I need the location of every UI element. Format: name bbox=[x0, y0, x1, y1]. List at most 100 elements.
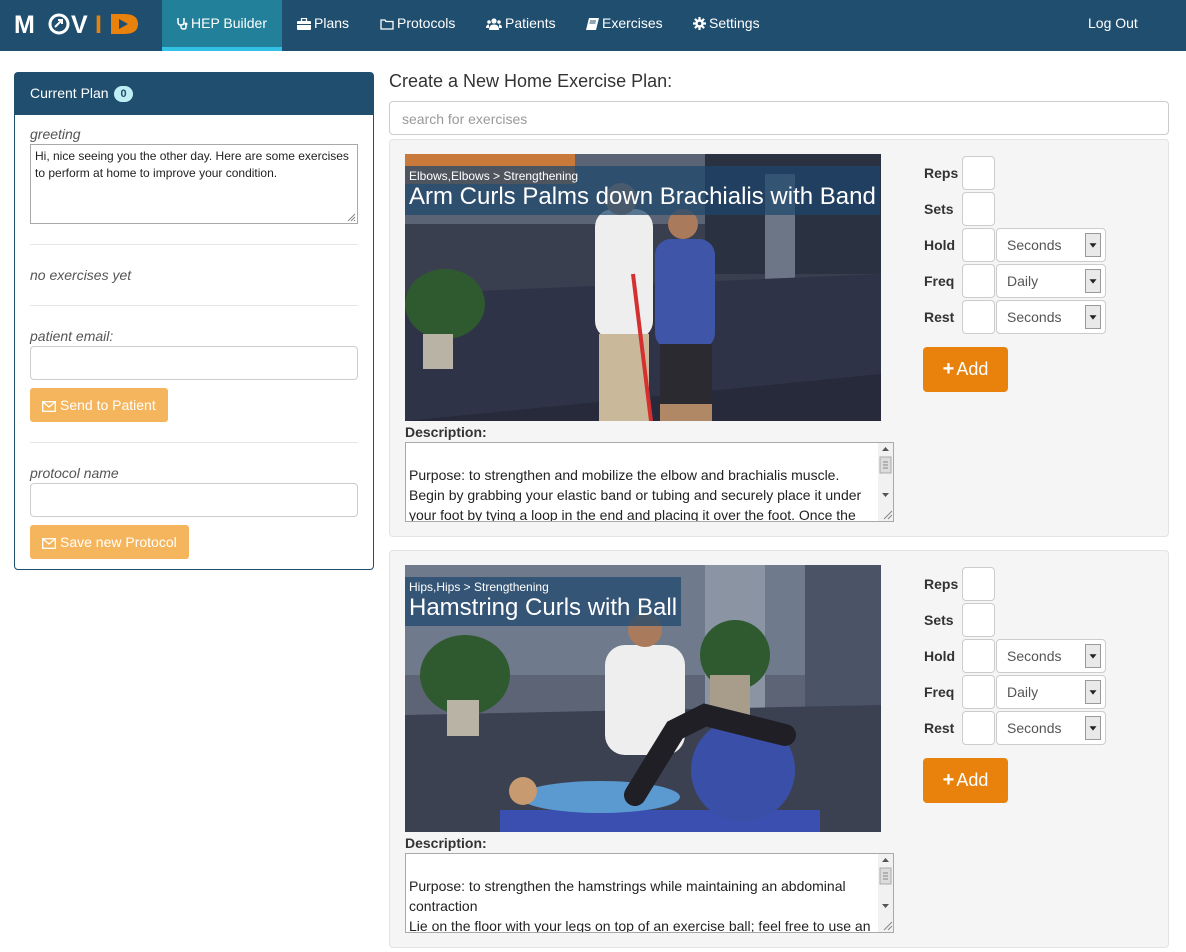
nav-protocols-label: Protocols bbox=[397, 15, 456, 31]
stethoscope-icon bbox=[177, 18, 188, 30]
nav-hep-builder[interactable]: HEP Builder bbox=[162, 0, 282, 51]
chevron-down-icon bbox=[1085, 716, 1101, 740]
freq-select[interactable]: Daily bbox=[996, 675, 1106, 709]
rest-label: Rest bbox=[924, 309, 955, 325]
add-exercise-button[interactable]: + Add bbox=[923, 758, 1008, 803]
chevron-down-icon bbox=[1085, 644, 1101, 668]
book-icon bbox=[586, 18, 599, 30]
nav-hep-builder-label: HEP Builder bbox=[191, 15, 268, 31]
hold-unit-select[interactable]: Seconds bbox=[996, 639, 1106, 673]
rest-label: Rest bbox=[924, 720, 955, 736]
current-plan-header: Current Plan 0 bbox=[15, 73, 373, 115]
reps-input[interactable] bbox=[962, 156, 995, 190]
nav-protocols[interactable]: Protocols bbox=[380, 0, 455, 51]
folder-icon bbox=[380, 19, 394, 30]
add-button-label: Add bbox=[956, 770, 989, 790]
nav-settings[interactable]: Settings bbox=[693, 0, 760, 51]
description-scrollbar[interactable] bbox=[878, 443, 893, 521]
protocol-name-label: protocol name bbox=[30, 465, 119, 481]
envelope-icon bbox=[42, 401, 56, 412]
greeting-text: Hi, nice seeing you the other day. Here … bbox=[35, 149, 349, 180]
resize-grip-icon[interactable] bbox=[347, 213, 356, 222]
nav-patients-label: Patients bbox=[505, 15, 556, 31]
description-textarea[interactable]: Purpose: to strengthen the hamstrings wh… bbox=[405, 853, 894, 933]
reps-label: Reps bbox=[924, 576, 959, 592]
save-protocol-button[interactable]: Save new Protocol bbox=[30, 525, 189, 559]
hold-unit-value: Seconds bbox=[1007, 648, 1062, 664]
reps-input[interactable] bbox=[962, 567, 995, 601]
freq-input[interactable] bbox=[962, 264, 995, 298]
exercise-caption: Elbows,Elbows > Strengthening Arm Curls … bbox=[405, 166, 880, 215]
hold-input[interactable] bbox=[962, 639, 995, 673]
patient-email-input[interactable] bbox=[30, 346, 358, 380]
exercise-search-input[interactable]: search for exercises bbox=[389, 101, 1169, 135]
rest-unit-select[interactable]: Seconds bbox=[996, 711, 1106, 745]
exercise-video[interactable]: Elbows,Elbows > Strengthening Arm Curls … bbox=[405, 154, 881, 421]
description-label: Description: bbox=[405, 424, 487, 440]
logout-link[interactable]: Log Out bbox=[1088, 0, 1138, 51]
nav-settings-label: Settings bbox=[709, 15, 760, 31]
nav-plans-label: Plans bbox=[314, 15, 350, 31]
divider bbox=[30, 244, 358, 245]
greeting-textarea[interactable]: Hi, nice seeing you the other day. Here … bbox=[30, 144, 358, 224]
rest-input[interactable] bbox=[962, 300, 995, 334]
exercise-title: Hamstring Curls with Ball bbox=[409, 594, 678, 621]
chevron-down-icon bbox=[1085, 680, 1101, 704]
description-text: Purpose: to strengthen and mobilize the … bbox=[409, 467, 862, 522]
plus-icon: + bbox=[942, 358, 955, 380]
rest-unit-value: Seconds bbox=[1007, 720, 1062, 736]
rest-input[interactable] bbox=[962, 711, 995, 745]
freq-label: Freq bbox=[924, 273, 955, 289]
exercise-caption: Hips,Hips > Strengthening Hamstring Curl… bbox=[405, 577, 682, 626]
exercise-card: Elbows,Elbows > Strengthening Arm Curls … bbox=[389, 139, 1169, 537]
add-exercise-button[interactable]: + Add bbox=[923, 347, 1008, 392]
chevron-down-icon bbox=[1085, 269, 1101, 293]
rest-unit-select[interactable]: Seconds bbox=[996, 300, 1106, 334]
description-label: Description: bbox=[405, 835, 487, 851]
patient-email-label: patient email: bbox=[30, 328, 114, 344]
description-textarea[interactable]: Purpose: to strengthen and mobilize the … bbox=[405, 442, 894, 522]
svg-text:I: I bbox=[95, 12, 102, 36]
exercise-title: Arm Curls Palms down Brachialis with Ban… bbox=[409, 183, 876, 210]
svg-text:V: V bbox=[71, 12, 88, 36]
users-icon bbox=[486, 18, 502, 30]
send-to-patient-button[interactable]: Send to Patient bbox=[30, 388, 168, 422]
hold-label: Hold bbox=[924, 648, 956, 664]
divider bbox=[30, 442, 358, 443]
protocol-name-input[interactable] bbox=[30, 483, 358, 517]
freq-label: Freq bbox=[924, 684, 955, 700]
freq-select[interactable]: Daily bbox=[996, 264, 1106, 298]
exercise-category: Elbows,Elbows > Strengthening bbox=[409, 169, 579, 183]
freq-value: Daily bbox=[1007, 273, 1039, 289]
empty-plan-text: no exercises yet bbox=[30, 267, 132, 283]
svg-text:M: M bbox=[14, 12, 38, 36]
hold-input[interactable] bbox=[962, 228, 995, 262]
search-placeholder: search for exercises bbox=[402, 111, 528, 127]
plan-count-badge: 0 bbox=[114, 86, 133, 102]
rest-unit-value: Seconds bbox=[1007, 309, 1062, 325]
top-navbar: M V I HEP Builder Plans Protocols Patien… bbox=[0, 0, 1186, 51]
current-plan-panel: Current Plan 0 greeting Hi, nice seeing … bbox=[14, 72, 374, 570]
nav-plans[interactable]: Plans bbox=[297, 0, 349, 51]
reps-label: Reps bbox=[924, 165, 959, 181]
exercise-card: Hips,Hips > Strengthening Hamstring Curl… bbox=[389, 550, 1169, 948]
nav-exercises[interactable]: Exercises bbox=[586, 0, 663, 51]
nav-patients[interactable]: Patients bbox=[486, 0, 556, 51]
envelope-icon bbox=[42, 538, 56, 549]
sets-label: Sets bbox=[924, 201, 954, 217]
chevron-down-icon bbox=[1085, 305, 1101, 329]
movid-logo[interactable]: M V I bbox=[14, 12, 148, 36]
exercise-video[interactable]: Hips,Hips > Strengthening Hamstring Curl… bbox=[405, 565, 881, 832]
gear-icon bbox=[693, 17, 706, 30]
freq-input[interactable] bbox=[962, 675, 995, 709]
briefcase-icon bbox=[297, 17, 311, 30]
sets-input[interactable] bbox=[962, 603, 995, 637]
chevron-down-icon bbox=[1085, 233, 1101, 257]
hold-unit-value: Seconds bbox=[1007, 237, 1062, 253]
freq-value: Daily bbox=[1007, 684, 1039, 700]
sets-input[interactable] bbox=[962, 192, 995, 226]
description-scrollbar[interactable] bbox=[878, 854, 893, 932]
sets-label: Sets bbox=[924, 612, 954, 628]
greeting-label: greeting bbox=[30, 126, 81, 142]
hold-unit-select[interactable]: Seconds bbox=[996, 228, 1106, 262]
